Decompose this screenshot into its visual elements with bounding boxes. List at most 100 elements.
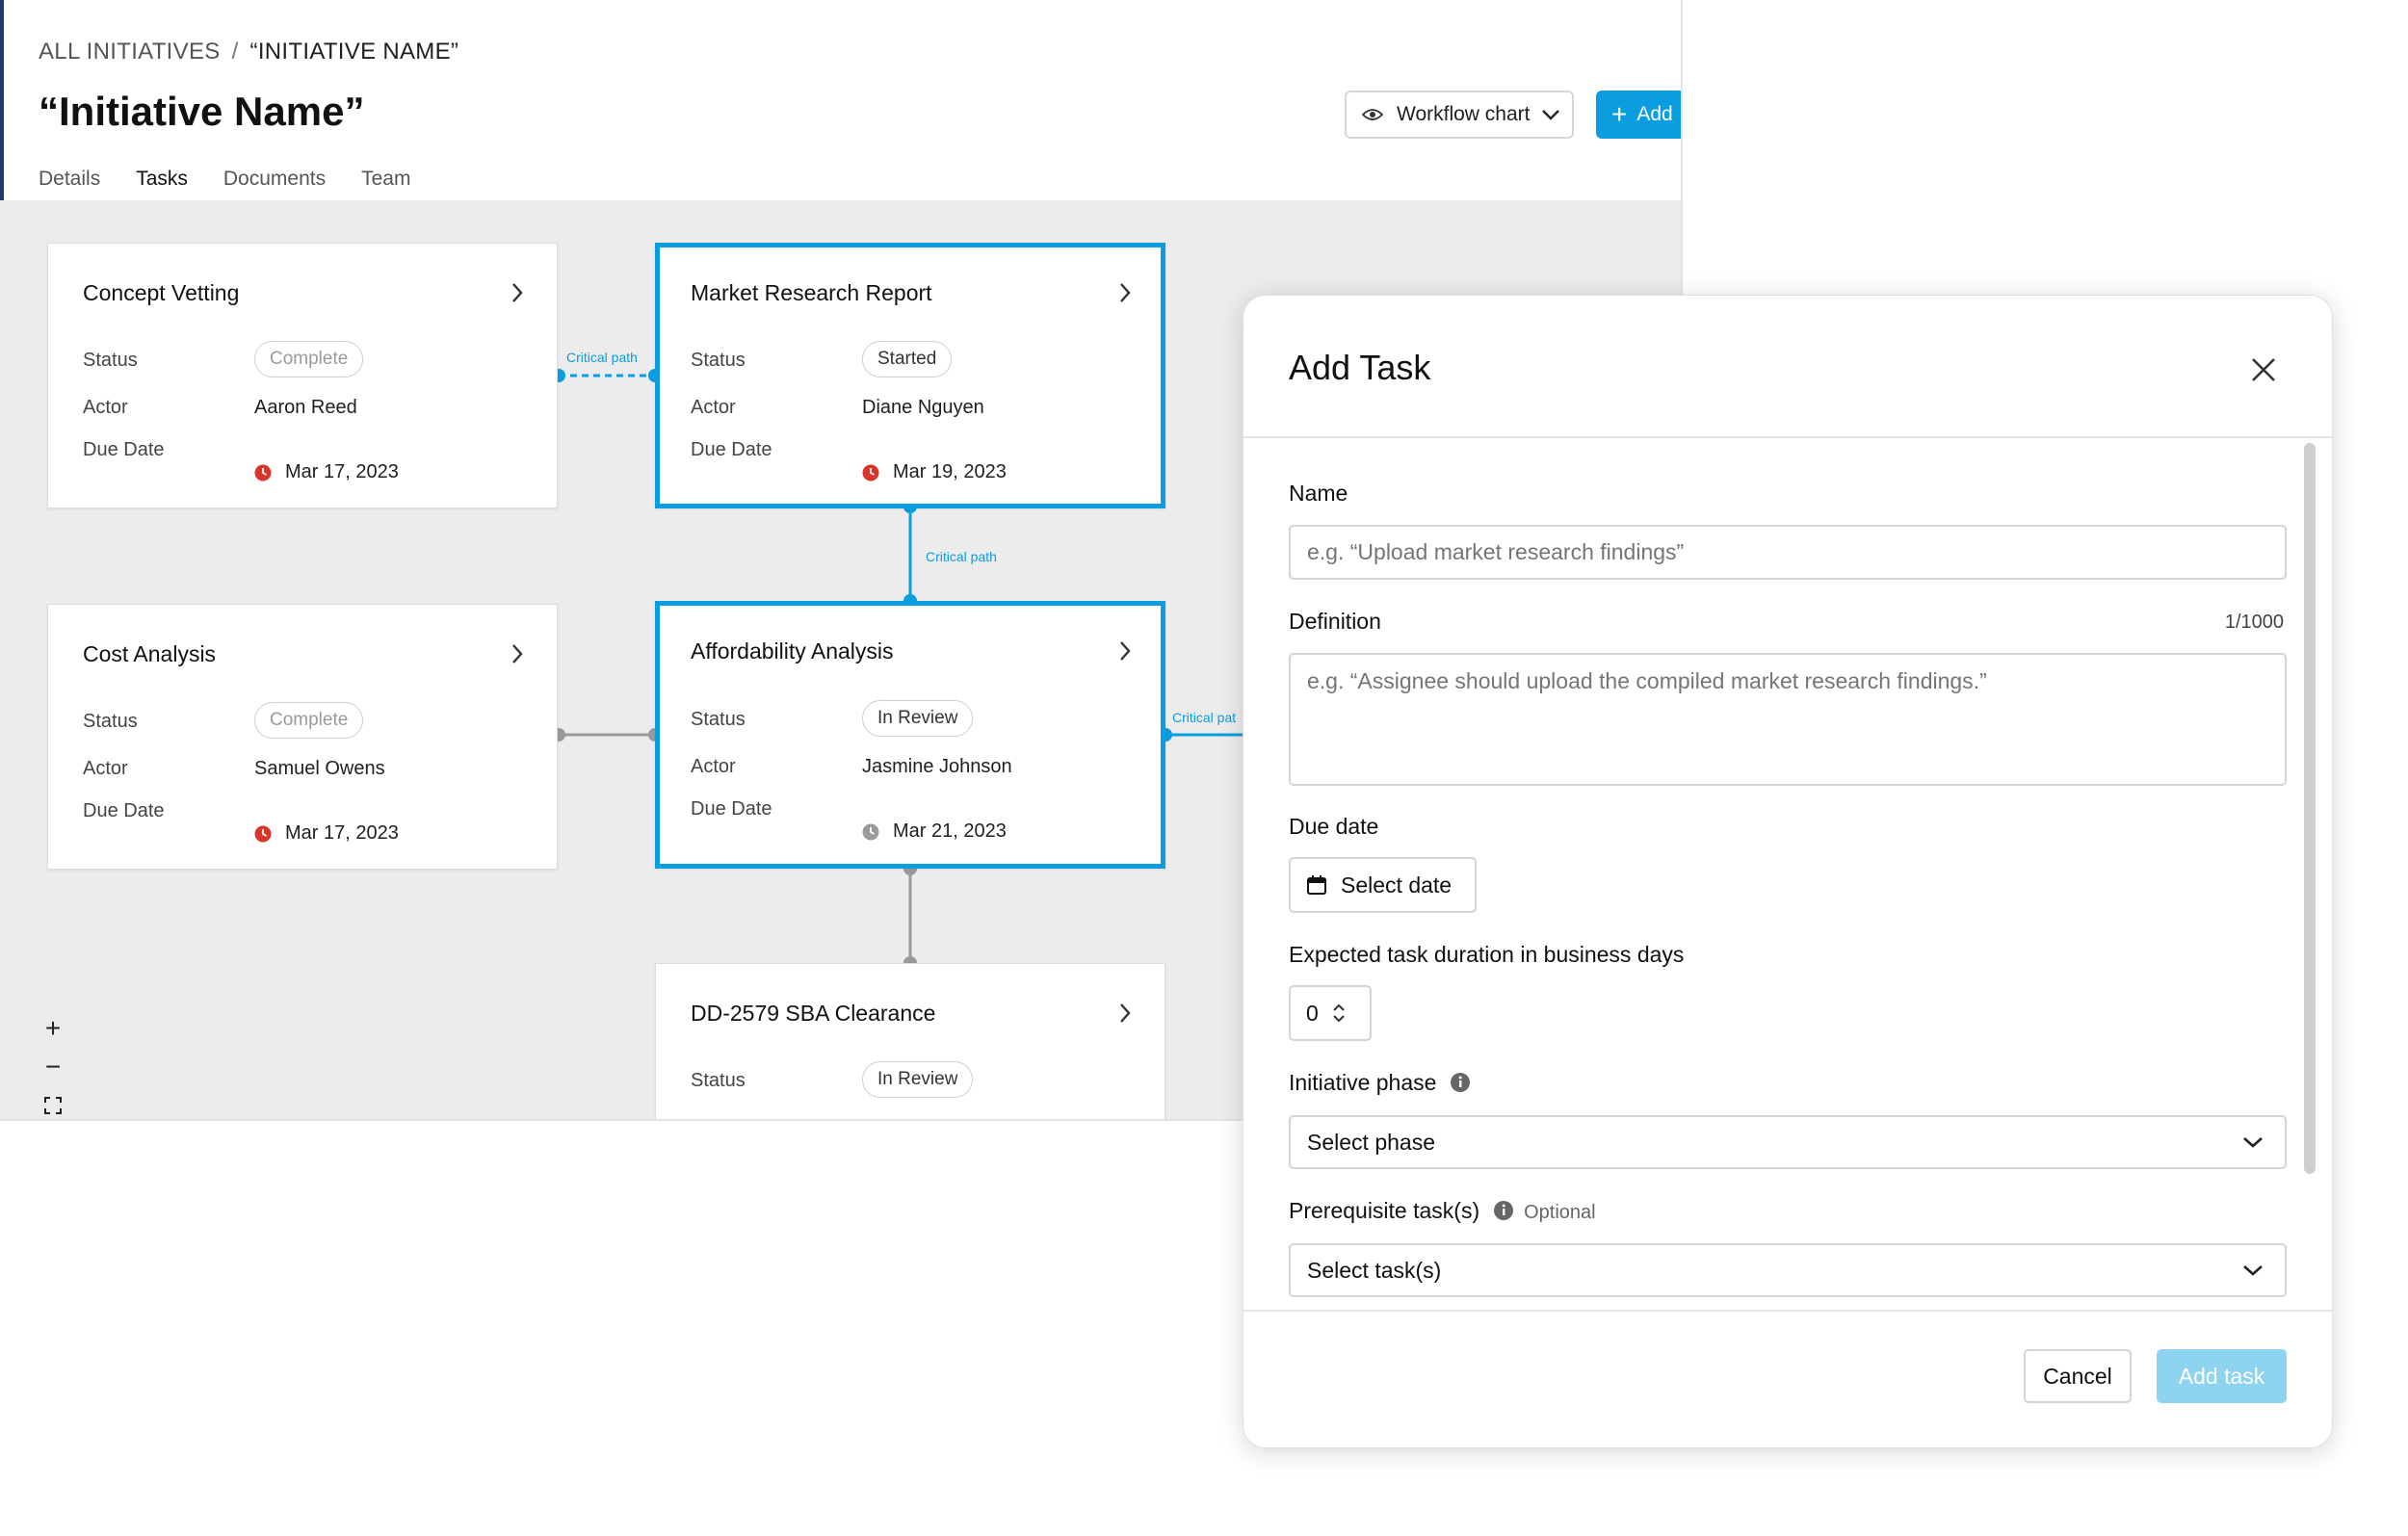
status-badge: Complete: [254, 702, 364, 739]
zoom-in-button[interactable]: +: [37, 1009, 69, 1048]
actor-row: Actor Diane Nguyen: [691, 397, 984, 419]
critical-path-label: Critical pat: [1172, 710, 1237, 725]
status-row: Status Started: [691, 341, 953, 377]
actor-label: Actor: [83, 758, 128, 779]
expand-icon: [44, 1097, 62, 1114]
cancel-button[interactable]: Cancel: [2024, 1349, 2132, 1403]
due-value: Mar 21, 2023: [893, 820, 1007, 842]
task-card-dd-2579-sba-clearance[interactable]: DD-2579 SBA Clearance Status In Review: [655, 963, 1165, 1119]
eye-icon: [1362, 109, 1383, 120]
status-label: Status: [691, 350, 746, 371]
status-badge: In Review: [862, 1061, 974, 1098]
overdue-clock-icon: [254, 825, 272, 842]
chevron-down-icon: [2243, 1265, 2263, 1276]
prerequisite-label: Prerequisite task(s) Optional: [1289, 1198, 1596, 1224]
status-row: Status Complete: [83, 341, 364, 377]
task-card-title: DD-2579 SBA Clearance: [691, 1001, 936, 1026]
optional-tag: Optional: [1524, 1202, 1596, 1223]
breadcrumb-current: “INITIATIVE NAME”: [249, 39, 459, 65]
due-label: Due Date: [83, 800, 165, 821]
tab-details[interactable]: Details: [39, 168, 100, 203]
modal-scrollbar[interactable]: [2304, 443, 2316, 1174]
due-value: Mar 17, 2023: [285, 822, 399, 844]
prerequisite-tasks-value: Select task(s): [1307, 1257, 1442, 1283]
actor-value: Samuel Owens: [254, 758, 385, 779]
task-card-affordability-analysis[interactable]: Affordability Analysis Status In Review A…: [655, 601, 1165, 869]
chevron-right-icon[interactable]: [510, 282, 524, 303]
fit-to-screen-button[interactable]: [37, 1086, 69, 1119]
task-card-title: Concept Vetting: [83, 280, 240, 305]
add-task-modal: Add Task Name Definition 1/1000 Due date…: [1243, 295, 2333, 1448]
overdue-clock-icon: [254, 464, 272, 481]
initiative-phase-label: Initiative phase: [1289, 1070, 1471, 1096]
status-row: Status In Review: [691, 1061, 974, 1098]
due-label: Due Date: [691, 439, 772, 460]
due-row: Due Date Mar 19, 2023: [691, 439, 1007, 482]
actor-value: Aaron Reed: [254, 397, 357, 418]
task-card-title: Market Research Report: [691, 280, 932, 305]
chevron-right-icon[interactable]: [1118, 640, 1132, 662]
chevron-down-icon: [2243, 1137, 2263, 1148]
status-row: Status Complete: [83, 702, 364, 739]
actor-row: Actor Jasmine Johnson: [691, 756, 1012, 778]
close-icon[interactable]: [2249, 355, 2278, 384]
due-value: Mar 19, 2023: [893, 461, 1007, 482]
zoom-out-button[interactable]: −: [37, 1048, 69, 1086]
status-badge: Started: [862, 341, 953, 377]
due-row: Due Date Mar 17, 2023: [83, 439, 399, 482]
calendar-icon: [1307, 875, 1326, 895]
definition-char-counter: 1/1000: [2224, 612, 2284, 633]
due-label: Due Date: [691, 798, 772, 820]
task-card-concept-vetting[interactable]: Concept Vetting Status Complete Actor Aaro…: [47, 243, 558, 508]
initiative-phase-value: Select phase: [1307, 1129, 1435, 1155]
duration-value: 0: [1306, 1000, 1319, 1026]
breadcrumb-separator: /: [231, 39, 239, 65]
name-input[interactable]: [1289, 525, 2287, 580]
task-card-title: Cost Analysis: [83, 641, 217, 666]
actor-row: Actor Samuel Owens: [83, 758, 385, 780]
definition-textarea[interactable]: [1289, 653, 2287, 786]
add-task-button[interactable]: Add task: [2157, 1349, 2287, 1403]
select-date-label: Select date: [1341, 872, 1453, 898]
tab-documents[interactable]: Documents: [223, 168, 326, 203]
status-label: Status: [691, 1070, 746, 1091]
duration-label: Expected task duration in business days: [1289, 942, 1685, 967]
actor-value: Jasmine Johnson: [862, 756, 1012, 777]
due-label: Due Date: [83, 439, 165, 460]
status-label: Status: [83, 711, 138, 732]
tab-tasks[interactable]: Tasks: [136, 168, 188, 203]
info-icon[interactable]: [1493, 1200, 1514, 1221]
status-label: Status: [691, 709, 746, 730]
due-date-label: Due date: [1289, 814, 1379, 839]
add-label: Add: [1636, 103, 1673, 125]
page-title: “Initiative Name”: [39, 89, 365, 134]
prerequisite-tasks-select[interactable]: Select task(s): [1289, 1243, 2287, 1297]
zoom-controls: + −: [37, 1009, 69, 1119]
chevron-down-icon: [1542, 110, 1560, 120]
status-badge: In Review: [862, 700, 974, 737]
add-button[interactable]: + Add: [1596, 91, 1681, 139]
tab-team[interactable]: Team: [361, 168, 410, 203]
actor-value: Diane Nguyen: [862, 397, 984, 418]
breadcrumb-all-initiatives[interactable]: ALL INITIATIVES: [39, 39, 221, 65]
initiative-phase-select[interactable]: Select phase: [1289, 1115, 2287, 1169]
plus-icon: +: [1611, 99, 1628, 129]
critical-path-label: Critical path: [926, 549, 997, 564]
chevron-right-icon[interactable]: [1118, 282, 1132, 303]
up-down-icon: [1333, 1003, 1345, 1023]
initiative-phase-label-text: Initiative phase: [1289, 1070, 1437, 1095]
task-card-cost-analysis[interactable]: Cost Analysis Status Complete Actor Samuel…: [47, 604, 558, 870]
due-row: Due Date Mar 21, 2023: [691, 798, 1007, 842]
duration-stepper[interactable]: 0: [1289, 985, 1372, 1041]
modal-header-divider: [1243, 436, 2332, 438]
critical-path-label: Critical path: [566, 350, 638, 365]
chevron-right-icon[interactable]: [1118, 1002, 1132, 1024]
pending-clock-icon: [862, 823, 879, 840]
select-date-button[interactable]: Select date: [1289, 857, 1477, 913]
workflow-chart-button[interactable]: Workflow chart: [1345, 91, 1574, 139]
actor-label: Actor: [691, 397, 736, 418]
status-label: Status: [83, 350, 138, 371]
info-icon[interactable]: [1450, 1072, 1471, 1093]
chevron-right-icon[interactable]: [510, 643, 524, 664]
task-card-market-research-report[interactable]: Market Research Report Status Started Act…: [655, 243, 1165, 508]
